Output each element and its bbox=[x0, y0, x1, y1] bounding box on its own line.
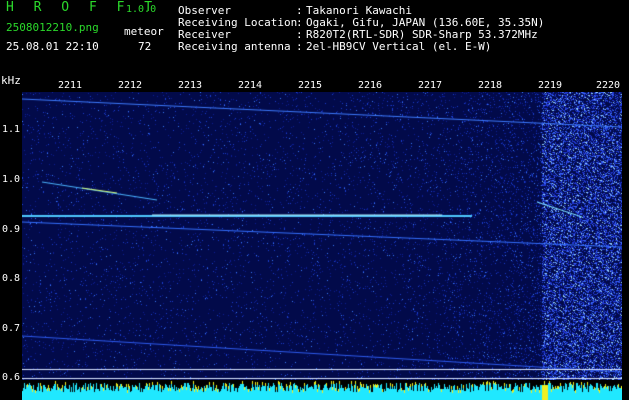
datetime: 25.08.01 22:10 bbox=[6, 40, 99, 53]
meteor-label: meteor bbox=[124, 25, 164, 38]
file-name: 2508012210.png bbox=[6, 21, 99, 34]
x-tick: 2220 bbox=[596, 80, 621, 91]
x-tick: 2211 bbox=[58, 80, 83, 91]
x-tick: 2214 bbox=[238, 80, 263, 91]
y-tick: 1.1 bbox=[2, 124, 21, 135]
y-tick: 0.6 bbox=[2, 372, 21, 383]
x-tick: 2219 bbox=[538, 80, 563, 91]
axis-unit-label: kHz bbox=[1, 74, 21, 87]
x-tick: 2216 bbox=[358, 80, 383, 91]
y-tick: 0.8 bbox=[2, 273, 21, 284]
meteor-count: 72 bbox=[138, 40, 152, 53]
app-version: 1.0.0 bbox=[126, 4, 157, 15]
x-tick: 2218 bbox=[478, 80, 503, 91]
y-tick: 0.9 bbox=[2, 224, 21, 235]
info-antenna: Receiving antenna:2el-HB9CV Vertical (el… bbox=[178, 40, 492, 53]
y-tick: 0.7 bbox=[2, 323, 21, 334]
x-tick: 2215 bbox=[298, 80, 323, 91]
x-tick: 2213 bbox=[178, 80, 203, 91]
x-tick: 2217 bbox=[418, 80, 443, 91]
x-tick: 2212 bbox=[118, 80, 143, 91]
y-tick: 1.0 bbox=[2, 174, 21, 185]
signal-histogram bbox=[22, 380, 622, 400]
spectrogram-canvas bbox=[22, 92, 622, 382]
